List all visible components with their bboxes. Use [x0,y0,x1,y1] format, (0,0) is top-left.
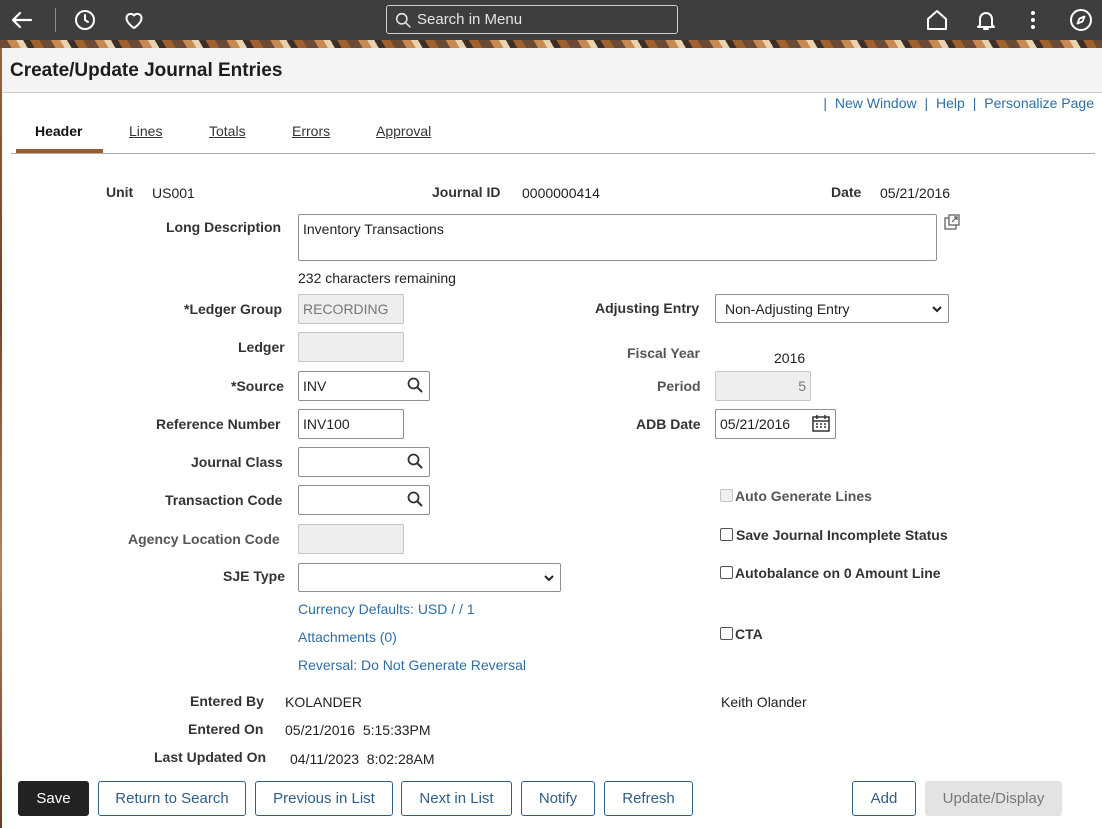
transaction-code-label: Transaction Code [165,492,283,508]
agency-location-code-field [298,524,404,554]
entered-by-label: Entered By [190,693,264,709]
transaction-code-lookup-icon[interactable] [407,491,423,507]
entered-on-value: 05/21/2016 5:15:33PM [285,722,431,738]
adjusting-entry-value: Non-Adjusting Entry [725,301,850,317]
personalize-page-link[interactable]: Personalize Page [984,95,1094,111]
reference-number-label: Reference Number [156,416,281,432]
unit-label: Unit [106,184,134,200]
tab-divider [11,153,1095,154]
long-description-label: Long Description [166,219,282,235]
page-title: Create/Update Journal Entries [10,60,283,81]
sje-type-select[interactable] [298,563,561,592]
notify-button[interactable]: Notify [521,781,595,816]
source-label: *Source [231,378,284,394]
journal-class-label: Journal Class [191,454,283,470]
search-icon [395,12,411,28]
recent-history-icon[interactable] [73,8,97,32]
page-title-bar: Create/Update Journal Entries [2,48,1102,93]
menu-search-input[interactable] [417,9,667,30]
sje-type-label: SJE Type [223,568,285,584]
page-links: | New Window | Help | Personalize Page [819,95,1094,111]
cta-label: CTA [735,626,763,642]
journal-id-value: 0000000414 [522,185,600,201]
adb-date-label: ADB Date [636,416,701,432]
home-icon[interactable] [925,8,949,32]
tab-lines[interactable]: Lines [129,123,162,139]
currency-defaults-link[interactable]: Currency Defaults: USD / / 1 [298,601,475,617]
ledger-group-label: *Ledger Group [184,301,283,317]
expand-popup-icon[interactable] [944,214,960,230]
date-value: 05/21/2016 [880,185,951,201]
journal-id-label: Journal ID [432,184,501,200]
decorative-left-stripe [0,48,2,828]
actions-menu-icon[interactable] [1021,8,1045,32]
save-incomplete-checkbox[interactable] [720,528,733,541]
journal-class-lookup-icon[interactable] [407,453,423,469]
previous-in-list-button[interactable]: Previous in List [255,781,393,816]
source-lookup-icon[interactable] [407,377,423,393]
notifications-bell-icon[interactable] [974,8,998,32]
new-window-link[interactable]: New Window [835,95,917,111]
tab-header[interactable]: Header [35,123,82,139]
link-separator: | [972,95,977,111]
fiscal-year-label: Fiscal Year [627,345,700,361]
nav-separator [55,8,56,32]
period-label: Period [657,378,701,394]
ledger-field [298,332,404,362]
tab-errors[interactable]: Errors [292,123,330,139]
chevron-down-icon [544,575,554,582]
auto-generate-lines-label: Auto Generate Lines [735,488,872,504]
chars-remaining-text: 232 characters remaining [298,270,456,286]
link-separator: | [823,95,828,111]
fiscal-year-value: 2016 [774,350,806,366]
agency-location-code-label: Agency Location Code [128,531,280,547]
entered-by-value: KOLANDER [285,694,363,710]
tab-totals[interactable]: Totals [209,123,246,139]
auto-generate-lines-checkbox [720,489,733,502]
period-field [715,371,811,401]
update-display-button: Update/Display [925,781,1062,816]
favorites-heart-icon[interactable] [122,8,146,32]
autobalance-label: Autobalance on 0 Amount Line [735,565,941,581]
ledger-group-field [298,294,404,324]
adjusting-entry-select[interactable]: Non-Adjusting Entry [715,294,949,323]
reference-number-field[interactable] [298,409,404,439]
return-to-search-button[interactable]: Return to Search [98,781,246,816]
help-link[interactable]: Help [936,95,965,111]
add-button[interactable]: Add [852,781,916,816]
last-updated-value: 04/11/2023 8:02:28AM [290,751,435,767]
link-separator: | [924,95,929,111]
save-incomplete-label: Save Journal Incomplete Status [736,527,948,543]
decorative-banner [0,40,1102,48]
date-label: Date [831,184,862,200]
next-in-list-button[interactable]: Next in List [401,781,512,816]
chevron-down-icon [932,306,942,313]
tab-approval[interactable]: Approval [376,123,431,139]
reversal-link[interactable]: Reversal: Do Not Generate Reversal [298,657,526,673]
refresh-button[interactable]: Refresh [604,781,693,816]
back-arrow-icon[interactable] [10,8,34,32]
calendar-icon[interactable] [811,413,831,433]
top-nav-bar [0,0,1102,40]
last-updated-label: Last Updated On [154,749,267,765]
navbar-compass-icon[interactable] [1069,8,1093,32]
attachments-link[interactable]: Attachments (0) [298,629,397,645]
entered-on-label: Entered On [188,721,264,737]
long-description-textarea[interactable]: Inventory Transactions [298,214,937,261]
adjusting-entry-label: Adjusting Entry [595,300,700,316]
ledger-label: Ledger [238,339,285,355]
unit-value: US001 [152,185,195,201]
autobalance-checkbox[interactable] [720,566,733,579]
entered-by-name: Keith Olander [721,694,807,710]
save-button[interactable]: Save [18,781,89,816]
cta-checkbox[interactable] [720,627,733,640]
menu-search-box[interactable] [386,5,678,34]
